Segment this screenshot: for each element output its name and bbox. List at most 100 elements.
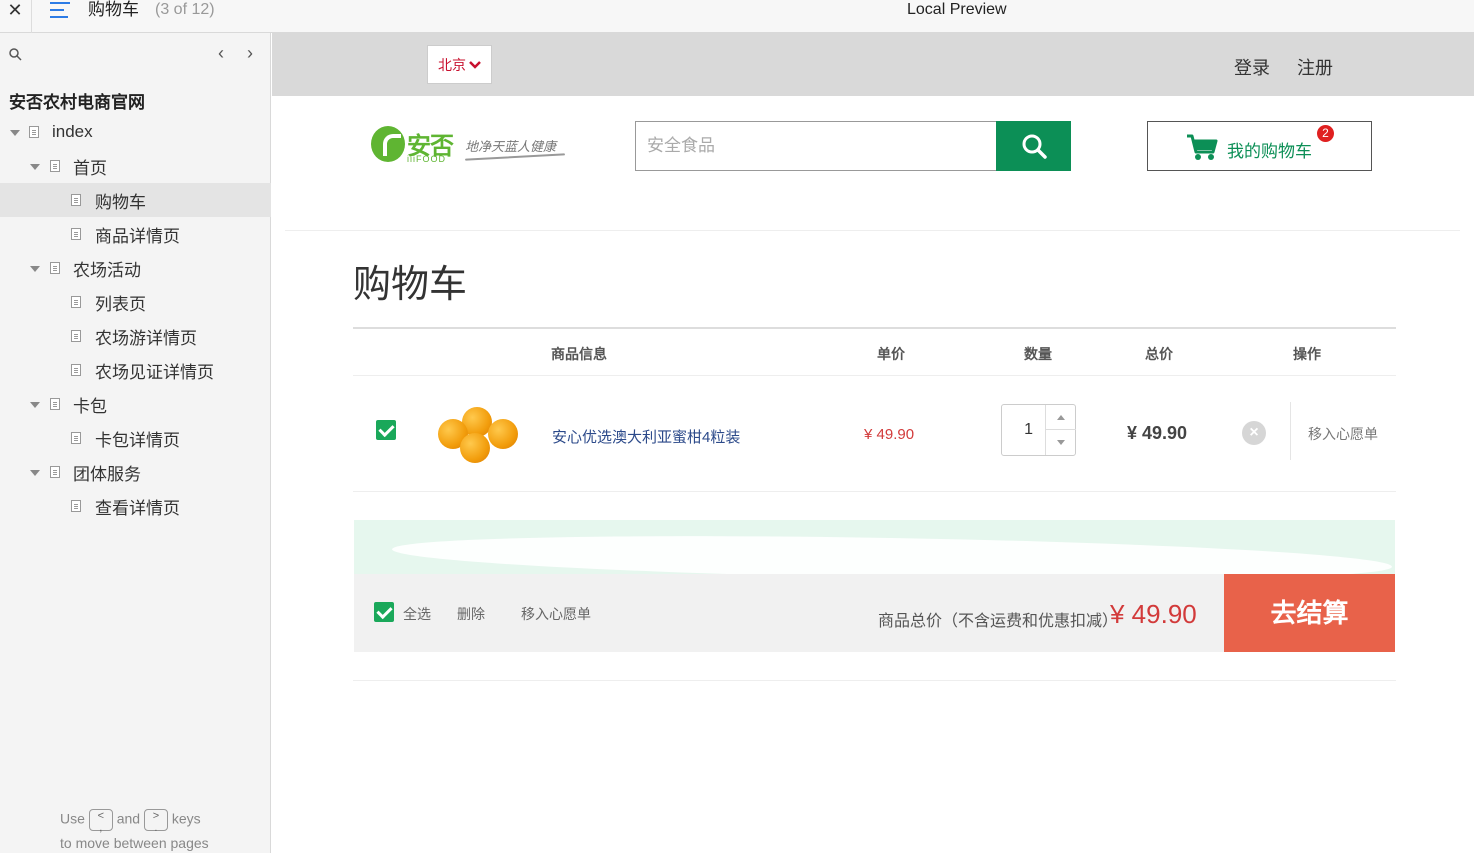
checkout-button[interactable]: 去结算 [1224,574,1395,652]
page-count: (3 of 12) [155,1,215,18]
header-divider [285,230,1460,231]
tree-item-label: 农场游详情页 [95,328,197,348]
tree-item[interactable]: 团体服务 [0,455,271,489]
product-unit-price: ¥ 49.90 [864,426,915,443]
page-icon [50,466,60,478]
logo-slogan: 地净天蓝人健康 [465,140,557,155]
search-box [635,121,998,171]
table-top-border [353,327,1396,329]
tree-item[interactable]: 农场见证详情页 [0,353,271,387]
previous-page-icon[interactable]: ‹ [218,43,224,64]
product-name[interactable]: 安心优选澳大利亚蜜柑4粒装 [552,426,740,447]
top-bar-divider [31,0,32,33]
tree-item-label: index [52,122,93,141]
search-icon [1022,134,1047,159]
page-tree: index 首页购物车商品详情页农场活动 列表页农场游详情页 农场见证详情页卡包卡包详… [0,115,271,523]
cart-count-badge: 2 [1317,125,1334,142]
arrow-up-icon [1057,414,1065,420]
page-icon [50,398,60,410]
tree-item-label: 首页 [73,158,107,178]
page-icon [71,432,81,444]
page-title: 购物车 [353,264,468,306]
my-cart-button[interactable]: 我的购物车 2 [1147,121,1372,171]
page-icon [71,296,81,308]
page-icon [71,228,81,240]
page-icon [50,160,60,172]
page-icon [71,330,81,342]
city-label: 北京 [438,56,466,73]
increment-button[interactable] [1046,405,1076,430]
item-checkbox[interactable] [376,420,396,440]
expand-caret-icon[interactable] [30,402,40,408]
select-all-checkbox[interactable] [374,602,394,622]
product-total-price: ¥ 49.90 [1127,423,1188,443]
tree-item[interactable]: 购物车 [0,183,271,217]
tree-item[interactable]: 卡包详情页 [0,421,271,455]
header-total: 总价 [1145,346,1173,362]
sidebar: ‹ › 安否农村电商官网 index 首页 购物车 商品详情页 农场活动 列表页 农场游详情… [0,33,271,853]
move-to-wishlist-link[interactable]: 移入心愿单 [1308,424,1378,444]
table-header-border [353,375,1396,376]
cart-footer-bar: 全选 删除 移入心愿单 商品总价（不含运费和优惠扣减） ¥ 49.90 去结算 [354,574,1395,652]
search-button[interactable] [996,121,1071,171]
tree-item-label: 卡包详情页 [95,430,180,450]
tree-item-label: 团体服务 [73,464,141,484]
tree-item[interactable]: 首页 [0,149,271,183]
menu-icon[interactable] [50,2,70,20]
header-actions: 操作 [1293,346,1321,362]
move-selected-to-wishlist-link[interactable]: 移入心愿单 [521,604,591,624]
product-image[interactable] [434,405,524,469]
tree-item[interactable]: 查看详情页 [0,489,271,523]
next-page-icon[interactable]: › [247,43,253,64]
close-icon[interactable]: ✕ [0,0,30,33]
subtotal-value: ¥ 49.90 [1110,599,1197,629]
expand-caret-icon[interactable] [30,164,40,170]
tree-item[interactable]: 卡包 [0,387,271,421]
subtotal-label: 商品总价（不含运费和优惠扣减） [878,613,1119,630]
chevron-down-icon [469,60,481,69]
search-icon[interactable] [8,47,22,61]
expand-caret-icon[interactable] [10,130,20,136]
shopping-cart-icon [1187,134,1218,160]
preview-label: Local Preview [907,1,1007,18]
help-line-2: to move between pages [60,835,209,851]
select-all-label[interactable]: 全选 [403,604,431,624]
delete-selected-link[interactable]: 删除 [457,604,485,624]
remove-item-icon[interactable]: × [1242,421,1266,445]
login-link[interactable]: 登录 [1234,54,1270,80]
quantity-stepper: 1 [1001,404,1076,456]
tree-item-label: 农场见证详情页 [95,362,214,382]
tree-item-label: 查看详情页 [95,498,180,518]
page-icon [50,262,60,274]
preview-content: 北京 登录 注册 安否 iiiFOOD 地净天蓝人健康 我的购物车 2 购物车 … [272,33,1474,853]
site-logo[interactable]: 安否 iiiFOOD 地净天蓝人健康 [371,124,571,166]
tree-item[interactable]: 列表页 [0,285,271,319]
bottom-divider [353,680,1396,681]
page-icon [71,364,81,376]
tree-item[interactable]: index [0,115,271,149]
row-divider [353,491,1396,492]
tree-item[interactable]: 农场游详情页 [0,319,271,353]
tree-item[interactable]: 农场活动 [0,251,271,285]
search-input[interactable] [636,122,997,170]
city-selector[interactable]: 北京 [427,45,492,84]
page-icon [71,500,81,512]
decrement-button[interactable] [1046,430,1076,455]
keyboard-help: Use <, and >. keys to move between pages [60,809,260,851]
tree-item-label: 卡包 [73,396,107,416]
page-icon [71,194,81,206]
tree-item[interactable]: 商品详情页 [0,217,271,251]
quantity-input[interactable]: 1 [1002,405,1045,455]
header-unit-price: 单价 [877,346,905,362]
site-header-bar: 北京 登录 注册 [272,33,1474,96]
logo-subtext: iiiFOOD [407,154,446,164]
prev-key-icon: <, [88,809,113,834]
top-bar: ✕ 购物车 (3 of 12) Local Preview [0,0,1474,33]
current-page-title: 购物车 [88,0,139,19]
expand-caret-icon[interactable] [30,470,40,476]
register-link[interactable]: 注册 [1297,54,1333,80]
header-product-info: 商品信息 [551,346,607,362]
tree-item-label: 商品详情页 [95,226,180,246]
next-key-icon: >. [143,809,168,834]
expand-caret-icon[interactable] [30,266,40,272]
